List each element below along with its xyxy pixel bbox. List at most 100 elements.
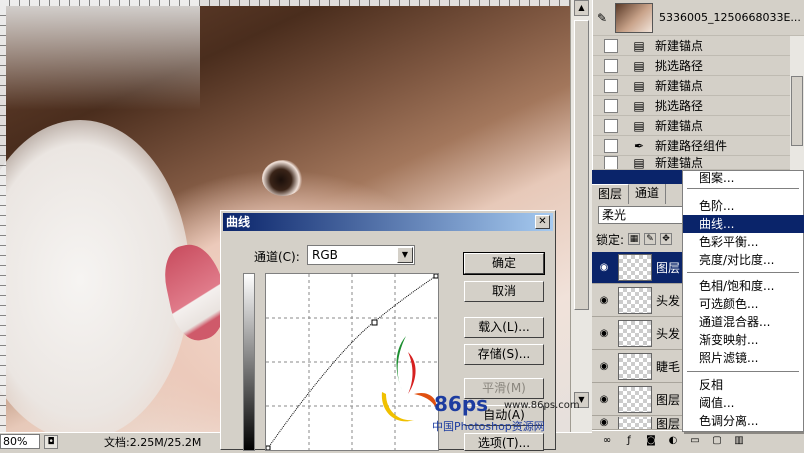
visibility-eye-icon[interactable]: ◉ bbox=[596, 392, 612, 408]
menu-item-levels[interactable]: 色阶... bbox=[683, 197, 804, 215]
dialog-titlebar[interactable]: 曲线 ✕ bbox=[223, 213, 553, 231]
history-item[interactable]: ▤ 挑选路径 bbox=[593, 96, 804, 116]
layer-row[interactable]: ◉ 睫毛 bbox=[592, 351, 682, 383]
layer-row[interactable]: ◉ 头发 bbox=[592, 285, 682, 317]
site-watermark: 86ps www.86ps.com 中国Photoshop资源网 bbox=[372, 332, 582, 436]
lock-transparency-icon[interactable]: ▦ bbox=[628, 233, 641, 245]
menu-separator bbox=[687, 272, 799, 273]
menu-item-brightness-contrast[interactable]: 亮度/对比度... bbox=[683, 251, 804, 269]
visibility-eye-icon[interactable]: ◉ bbox=[596, 326, 612, 342]
history-scrollbar[interactable] bbox=[790, 36, 804, 170]
ruler-vertical bbox=[0, 6, 6, 432]
menu-item-invert[interactable]: 反相 bbox=[683, 376, 804, 394]
tab-layers[interactable]: 图层 bbox=[592, 184, 630, 204]
menu-item-posterize[interactable]: 色调分离... bbox=[683, 412, 804, 430]
chevron-down-icon[interactable]: ▼ bbox=[397, 247, 413, 263]
menu-item-photo-filter[interactable]: 照片滤镜... bbox=[683, 349, 804, 367]
history-step-icon: ▤ bbox=[633, 38, 645, 53]
output-gradient-bar bbox=[243, 273, 255, 451]
ok-button[interactable]: 确定 bbox=[463, 252, 545, 275]
layer-row[interactable]: ◉ 头发 bbox=[592, 318, 682, 350]
menu-separator bbox=[687, 371, 799, 372]
layer-name: 睫毛 bbox=[656, 360, 681, 374]
new-layer-icon[interactable]: ▢ bbox=[710, 434, 724, 448]
adjustment-layer-menu: 图案... 色阶... 曲线... 色彩平衡... 亮度/对比度... 色相/饱… bbox=[682, 170, 804, 432]
history-item-label: 新建路径组件 bbox=[655, 139, 728, 153]
layer-mask-icon[interactable]: ◙ bbox=[644, 434, 658, 448]
visibility-eye-icon[interactable]: ◉ bbox=[596, 417, 612, 429]
menu-item-curves[interactable]: 曲线... bbox=[683, 215, 804, 233]
pen-path-icon: ✒ bbox=[633, 138, 645, 153]
lock-move-icon[interactable]: ✥ bbox=[660, 233, 673, 245]
history-item-label: 新建锚点 bbox=[655, 79, 704, 93]
history-snapshot[interactable]: ✎ 5336005_1250668033E... bbox=[593, 0, 804, 36]
history-step-icon: ▤ bbox=[633, 78, 645, 93]
menu-item-channel-mixer[interactable]: 通道混合器... bbox=[683, 313, 804, 331]
ruler-horizontal bbox=[0, 0, 578, 6]
trash-icon[interactable]: ▥ bbox=[732, 434, 746, 448]
scroll-up-icon[interactable]: ▲ bbox=[574, 0, 589, 16]
channel-value: RGB bbox=[312, 248, 338, 262]
menu-item-color-balance[interactable]: 色彩平衡... bbox=[683, 233, 804, 251]
history-item-label: 新建锚点 bbox=[655, 39, 704, 53]
link-layers-icon[interactable]: ∞ bbox=[600, 434, 614, 448]
watermark-site-name: 中国Photoshop资源网 bbox=[432, 420, 545, 433]
scrollbar-thumb[interactable] bbox=[791, 76, 803, 146]
history-step-icon: ▤ bbox=[633, 98, 645, 113]
layer-row[interactable]: ◉ 图层 bbox=[592, 384, 682, 416]
layer-thumbnail bbox=[618, 254, 652, 281]
visibility-eye-icon[interactable]: ◉ bbox=[596, 293, 612, 309]
layer-thumbnail bbox=[618, 287, 652, 314]
new-group-icon[interactable]: ▭ bbox=[688, 434, 702, 448]
adjustment-layer-icon[interactable]: ◐ bbox=[666, 434, 680, 448]
history-brush-icon[interactable]: ✎ bbox=[597, 11, 609, 25]
layer-thumbnail bbox=[618, 353, 652, 380]
menu-item-threshold[interactable]: 阈值... bbox=[683, 394, 804, 412]
history-checkbox[interactable] bbox=[604, 118, 618, 133]
blend-mode-select[interactable]: 柔光 bbox=[598, 206, 684, 224]
history-item-label: 新建锚点 bbox=[655, 156, 704, 170]
document-size: 文档:2.25M/25.2M bbox=[104, 435, 202, 449]
history-checkbox[interactable] bbox=[604, 58, 618, 73]
history-checkbox[interactable] bbox=[604, 78, 618, 93]
channel-label: 通道(C): bbox=[254, 250, 300, 264]
history-item[interactable]: ▤ 挑选路径 bbox=[593, 56, 804, 76]
history-checkbox[interactable] bbox=[604, 38, 618, 53]
curve-endpoint[interactable] bbox=[265, 445, 271, 451]
layer-name: 图层 bbox=[656, 417, 681, 430]
history-step-icon: ▤ bbox=[633, 58, 645, 73]
layer-row[interactable]: ◉ 图层 bbox=[592, 417, 682, 430]
history-item[interactable]: ▤ 新建锚点 bbox=[593, 76, 804, 96]
menu-item-hue-saturation[interactable]: 色相/饱和度... bbox=[683, 277, 804, 295]
lock-label: 锁定: bbox=[596, 232, 625, 247]
cancel-button[interactable]: 取消 bbox=[464, 281, 544, 302]
history-checkbox[interactable] bbox=[604, 98, 618, 113]
curve-control-point[interactable] bbox=[371, 319, 378, 326]
info-menu-icon[interactable]: ◘ bbox=[44, 434, 58, 449]
close-icon[interactable]: ✕ bbox=[535, 215, 550, 229]
visibility-eye-icon[interactable]: ◉ bbox=[596, 260, 612, 276]
watermark-logo-icon bbox=[381, 336, 437, 422]
visibility-eye-icon[interactable]: ◉ bbox=[596, 359, 612, 375]
menu-item-selective-color[interactable]: 可选颜色... bbox=[683, 295, 804, 313]
history-item-label: 新建锚点 bbox=[655, 119, 704, 133]
layer-name: 头发 bbox=[656, 294, 681, 308]
tab-channels[interactable]: 通道 bbox=[629, 184, 667, 204]
history-checkbox[interactable] bbox=[604, 156, 618, 169]
zoom-level-field[interactable]: 80% bbox=[0, 434, 40, 449]
history-item[interactable]: ▤ 新建锚点 bbox=[593, 36, 804, 56]
layer-row[interactable]: ◉ 图层 bbox=[592, 252, 682, 284]
watermark-brand: 86ps bbox=[434, 392, 489, 416]
lock-brush-icon[interactable]: ✎ bbox=[644, 233, 657, 245]
menu-item-pattern[interactable]: 图案... bbox=[683, 169, 804, 187]
layer-style-icon[interactable]: ƒ bbox=[622, 434, 636, 448]
channel-select[interactable]: RGB ▼ bbox=[307, 245, 415, 265]
history-item[interactable]: ▤ 新建锚点 bbox=[593, 116, 804, 136]
history-checkbox[interactable] bbox=[604, 138, 618, 153]
history-item[interactable]: ▤ 新建锚点 bbox=[593, 156, 804, 170]
curve-endpoint[interactable] bbox=[433, 273, 439, 279]
history-item[interactable]: ✒ 新建路径组件 bbox=[593, 136, 804, 156]
scrollbar-thumb[interactable] bbox=[574, 20, 589, 310]
menu-item-gradient-map[interactable]: 渐变映射... bbox=[683, 331, 804, 349]
dialog-title: 曲线 bbox=[226, 215, 251, 229]
